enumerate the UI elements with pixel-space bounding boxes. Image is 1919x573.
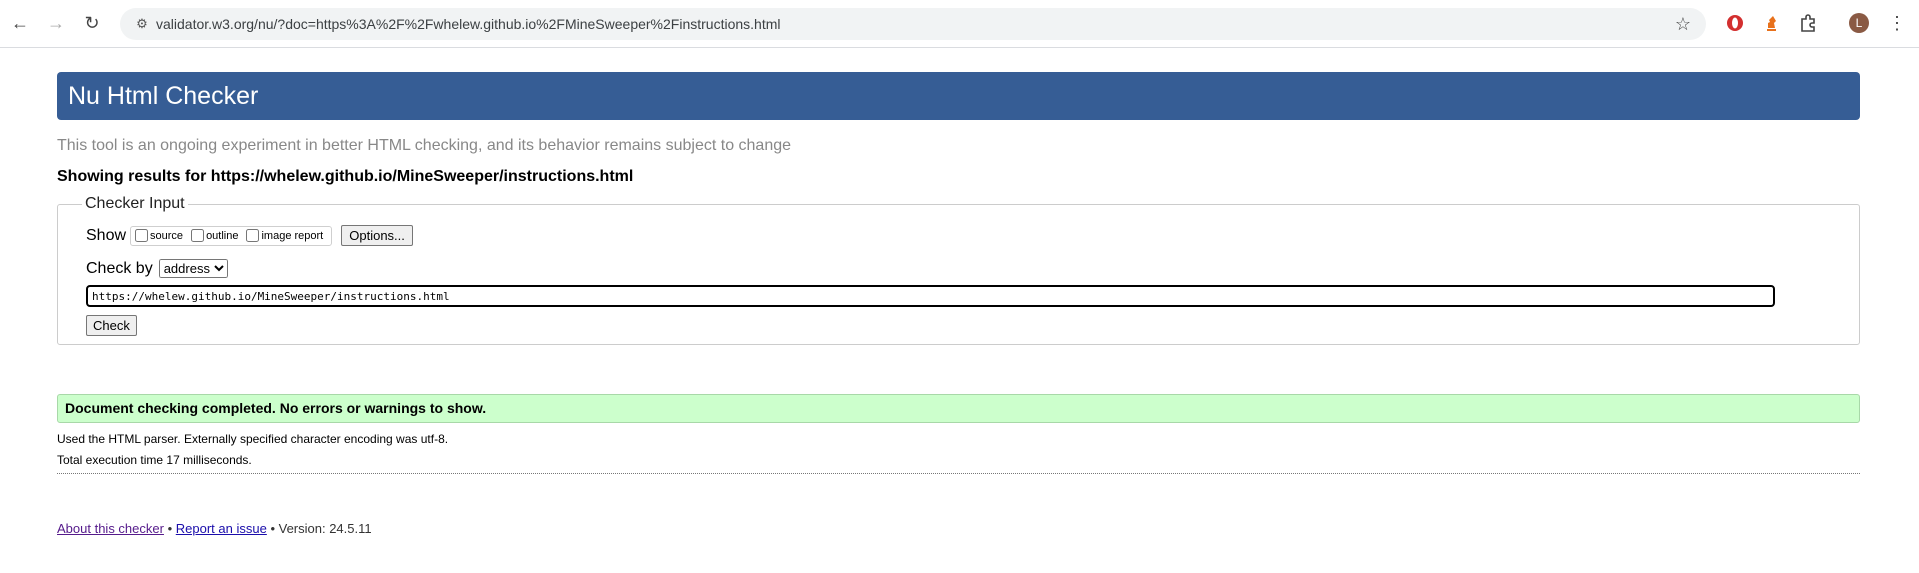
image-report-option[interactable]: image report	[244, 229, 323, 242]
version-text: • Version: 24.5.11	[270, 521, 372, 536]
image-report-checkbox[interactable]	[246, 229, 260, 242]
address-bar[interactable]: ⚙ validator.w3.org/nu/?doc=https%3A%2F%2…	[120, 8, 1706, 40]
parser-info: Used the HTML parser. Externally specifi…	[57, 432, 449, 446]
document-url-input[interactable]	[86, 285, 1775, 307]
divider	[57, 473, 1860, 474]
outline-option[interactable]: outline	[189, 229, 238, 242]
check-button[interactable]: Check	[86, 315, 137, 336]
showing-results: Showing results for https://whelew.githu…	[57, 168, 634, 185]
address-url[interactable]: validator.w3.org/nu/?doc=https%3A%2F%2Fw…	[156, 8, 781, 40]
forward-icon[interactable]: →	[44, 11, 68, 35]
source-option[interactable]: source	[133, 229, 183, 242]
profile-avatar[interactable]: L	[1849, 13, 1869, 33]
footer: About this checker • Report an issue • V…	[57, 521, 1860, 536]
bookmark-star-icon[interactable]: ☆	[1672, 13, 1694, 35]
details: Used the HTML parser. Externally specifi…	[57, 429, 1860, 471]
reload-icon[interactable]: ↻	[80, 11, 104, 35]
site-info-icon[interactable]: ⚙	[134, 16, 150, 32]
back-icon[interactable]: ←	[8, 11, 32, 35]
checker-input-fieldset: Checker Input Show source outline image …	[57, 195, 1860, 345]
checker-legend: Checker Input	[85, 195, 185, 212]
kebab-menu-icon[interactable]: ⋮	[1888, 11, 1906, 35]
execution-time: Total execution time 17 milliseconds.	[57, 453, 252, 467]
outline-checkbox[interactable]	[191, 229, 205, 242]
check-by-label: Check by	[86, 259, 153, 277]
about-link[interactable]: About this checker	[57, 521, 164, 536]
report-issue-link[interactable]: Report an issue	[176, 521, 267, 536]
source-checkbox[interactable]	[135, 229, 149, 242]
check-by-select[interactable]: address	[158, 259, 228, 278]
browser-toolbar: ← → ↻ ⚙ validator.w3.org/nu/?doc=https%3…	[0, 0, 1919, 48]
page-title: Nu Html Checker	[57, 72, 1860, 120]
intro-text: This tool is an ongoing experiment in be…	[57, 137, 792, 154]
check-by-row: Check by address	[86, 259, 1831, 278]
chess-extension-icon[interactable]	[1760, 12, 1782, 34]
extensions-puzzle-icon[interactable]	[1797, 12, 1819, 34]
result-success-message: Document checking completed. No errors o…	[57, 394, 1860, 423]
show-label: Show	[86, 226, 127, 244]
page-content: Nu Html Checker This tool is an ongoing …	[57, 72, 1860, 536]
show-options-group: source outline image report	[130, 225, 333, 246]
options-button[interactable]: Options...	[341, 225, 413, 246]
opera-extension-icon[interactable]	[1724, 12, 1746, 34]
footer-separator: •	[167, 521, 173, 536]
show-row: Show source outline image report Options…	[86, 225, 1831, 246]
